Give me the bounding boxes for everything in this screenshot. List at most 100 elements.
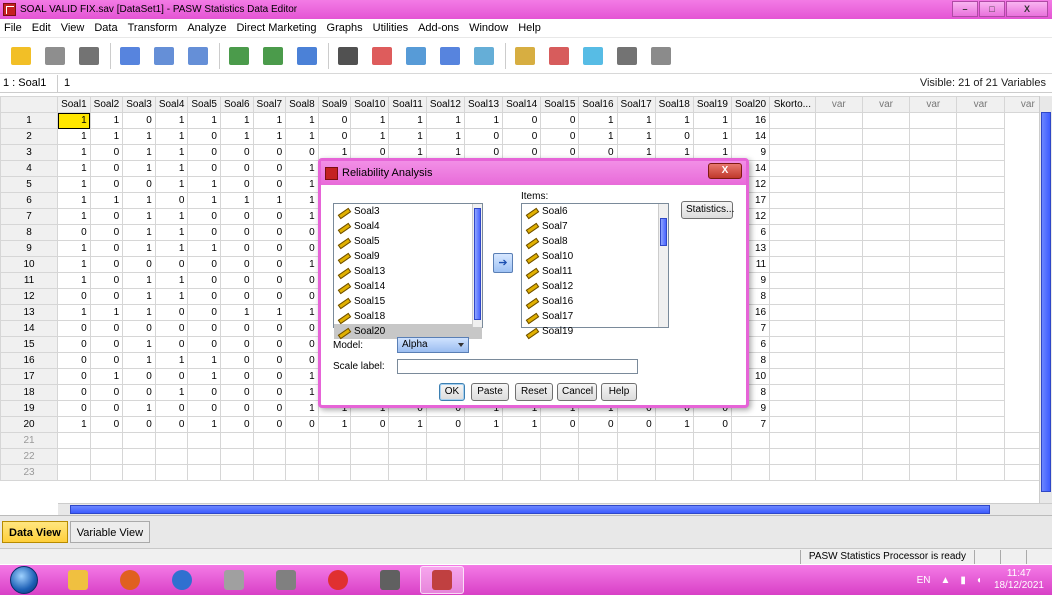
data-cell[interactable]: 1	[578, 128, 618, 145]
data-cell[interactable]: 1	[578, 112, 618, 129]
empty-cell[interactable]	[769, 272, 816, 289]
data-cell[interactable]: 1	[154, 112, 189, 129]
data-cell[interactable]: 1	[252, 192, 287, 209]
list-item[interactable]: Soal10	[522, 249, 668, 264]
data-cell[interactable]: 0	[285, 288, 319, 305]
column-header[interactable]: Soal12	[425, 96, 465, 113]
move-to-items-button[interactable]: ➔	[493, 253, 513, 273]
data-cell[interactable]: 0	[252, 368, 287, 385]
data-cell[interactable]: 1	[616, 112, 656, 129]
row-header[interactable]: 4	[0, 160, 59, 177]
data-cell[interactable]: 1	[285, 192, 319, 209]
empty-cell[interactable]	[861, 128, 911, 145]
goto-case-icon[interactable]	[226, 43, 252, 69]
empty-cell[interactable]	[219, 432, 254, 449]
empty-cell[interactable]	[502, 448, 542, 465]
empty-cell[interactable]	[317, 432, 352, 449]
data-cell[interactable]: 0	[219, 240, 254, 257]
data-cell[interactable]: 1	[89, 192, 124, 209]
row-header[interactable]: 8	[0, 224, 59, 241]
data-cell[interactable]: 0	[692, 416, 732, 433]
empty-cell[interactable]	[769, 368, 816, 385]
column-header[interactable]: Soal11	[388, 96, 427, 113]
row-header[interactable]: 9	[0, 240, 59, 257]
empty-cell[interactable]	[814, 176, 863, 193]
data-cell[interactable]: 1	[502, 416, 542, 433]
variables-icon[interactable]	[294, 43, 320, 69]
empty-cell[interactable]	[425, 448, 465, 465]
column-header[interactable]: Soal10	[350, 96, 390, 113]
empty-cell[interactable]	[769, 384, 816, 401]
empty-cell[interactable]	[956, 144, 1005, 161]
empty-cell[interactable]	[909, 416, 958, 433]
row-header[interactable]: 14	[0, 320, 59, 337]
empty-cell[interactable]	[861, 464, 911, 481]
data-cell[interactable]: 1	[252, 304, 287, 321]
data-cell[interactable]: 1	[219, 128, 254, 145]
row-header[interactable]: 12	[0, 288, 59, 305]
empty-cell[interactable]	[654, 464, 694, 481]
data-cell[interactable]: 0	[285, 272, 319, 289]
data-cell[interactable]: 1	[57, 272, 91, 289]
data-cell[interactable]: 0	[219, 176, 254, 193]
empty-cell[interactable]	[909, 448, 958, 465]
data-cell[interactable]: 1	[154, 160, 189, 177]
empty-cell[interactable]	[769, 128, 816, 145]
show-all-icon[interactable]	[614, 43, 640, 69]
goto-variable-icon[interactable]	[260, 43, 286, 69]
paste-button[interactable]: Paste	[471, 383, 509, 401]
row-header[interactable]: 7	[0, 208, 59, 225]
menu-graphs[interactable]: Graphs	[327, 22, 363, 34]
empty-cell[interactable]	[909, 384, 958, 401]
empty-cell[interactable]	[909, 288, 958, 305]
empty-cell[interactable]	[219, 448, 254, 465]
empty-cell[interactable]	[956, 240, 1005, 257]
empty-cell[interactable]	[692, 432, 732, 449]
data-cell[interactable]: 1	[57, 112, 91, 129]
data-cell[interactable]: 0	[578, 416, 618, 433]
items-variable-list[interactable]: Soal6 Soal7 Soal8 Soal10 Soal11 Soal12 Soal16 S…	[521, 203, 669, 337]
empty-cell[interactable]	[388, 448, 427, 465]
horizontal-scrollbar[interactable]	[58, 503, 1052, 515]
empty-cell[interactable]	[654, 448, 694, 465]
empty-cell[interactable]	[154, 464, 189, 481]
list-item[interactable]: Soal11	[522, 264, 668, 279]
opera-icon[interactable]	[316, 566, 360, 594]
empty-cell[interactable]	[956, 448, 1005, 465]
data-cell[interactable]: 1	[187, 416, 221, 433]
column-header[interactable]: Soal3	[122, 96, 156, 113]
data-cell[interactable]: 0	[219, 224, 254, 241]
data-cell[interactable]: 1	[252, 112, 287, 129]
tray-expand-icon[interactable]: ▲	[940, 575, 950, 586]
empty-cell[interactable]	[814, 448, 863, 465]
data-cell[interactable]: 1	[122, 336, 156, 353]
row-header[interactable]: 23	[0, 464, 59, 481]
data-cell[interactable]: 0	[540, 416, 580, 433]
data-cell[interactable]: 1	[122, 208, 156, 225]
data-cell[interactable]: 0	[219, 384, 254, 401]
menu-edit[interactable]: Edit	[32, 22, 51, 34]
insert-variable-icon[interactable]	[403, 43, 429, 69]
minimize-button[interactable]: –	[952, 1, 978, 17]
data-cell[interactable]: 0	[57, 368, 91, 385]
empty-cell[interactable]	[861, 416, 911, 433]
data-cell[interactable]: 16	[730, 112, 771, 129]
data-cell[interactable]: 0	[154, 368, 189, 385]
empty-cell[interactable]	[814, 272, 863, 289]
data-cell[interactable]: 0	[89, 336, 124, 353]
data-cell[interactable]: 1	[154, 224, 189, 241]
data-cell[interactable]: 0	[252, 256, 287, 273]
column-header-var[interactable]: var	[956, 96, 1005, 113]
empty-cell[interactable]	[692, 448, 732, 465]
data-cell[interactable]: 1	[154, 288, 189, 305]
data-cell[interactable]: 0	[89, 208, 124, 225]
data-cell[interactable]: 1	[57, 160, 91, 177]
data-cell[interactable]: 1	[187, 192, 221, 209]
data-cell[interactable]: 1	[219, 304, 254, 321]
empty-cell[interactable]	[350, 448, 390, 465]
data-cell[interactable]: 0	[187, 288, 221, 305]
items-list-scrollbar[interactable]	[658, 204, 668, 327]
data-cell[interactable]: 0	[154, 256, 189, 273]
dialog-recall-icon[interactable]	[117, 43, 143, 69]
empty-cell[interactable]	[861, 176, 911, 193]
